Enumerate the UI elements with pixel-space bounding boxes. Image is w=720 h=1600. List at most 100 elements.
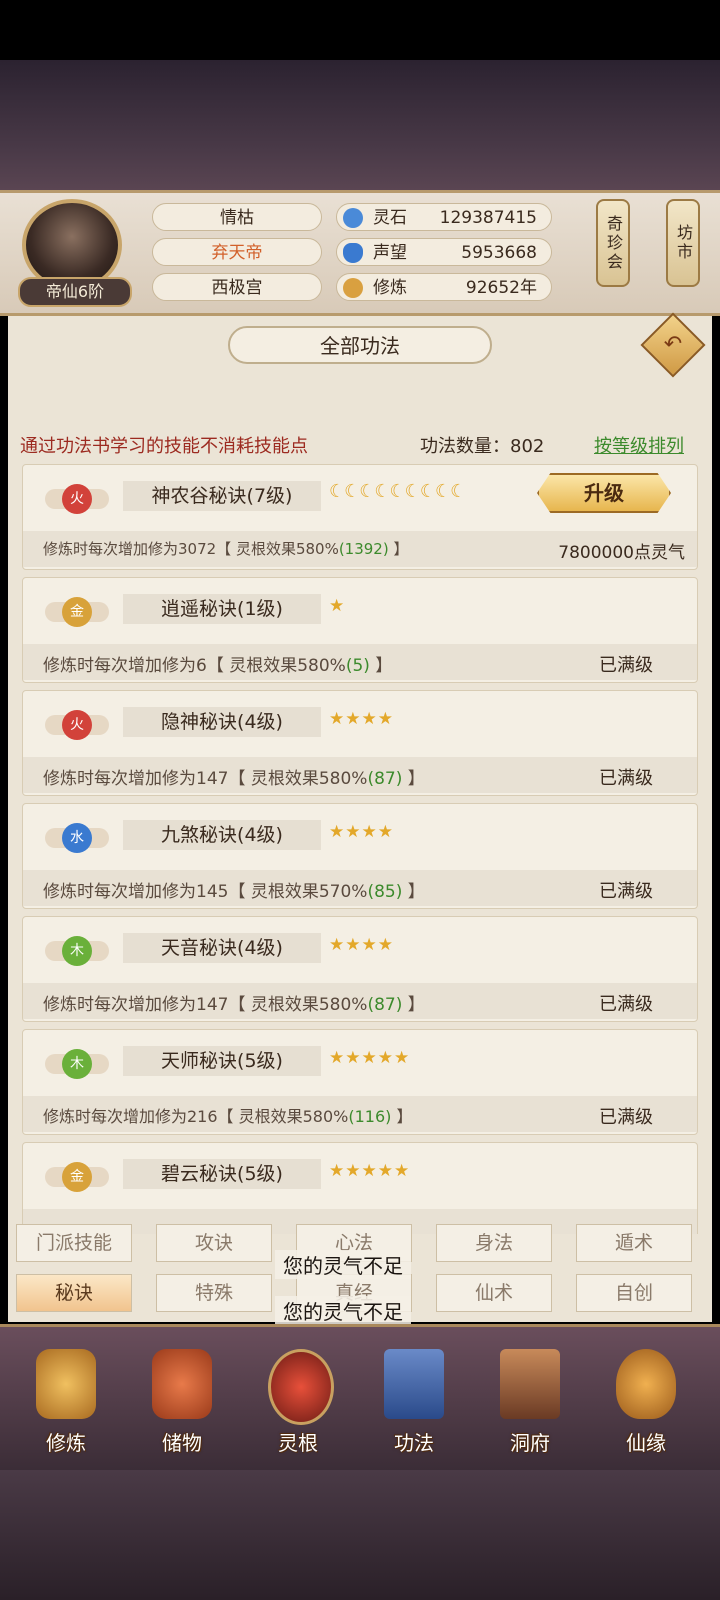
technique-description: 修炼时每次增加修为3072【 灵根效果580%(1392) 】	[43, 540, 409, 558]
water-element-icon: 水	[62, 823, 92, 853]
max-level-status: 已满级	[599, 655, 653, 676]
technique-card[interactable]: 火 神农谷秘诀(7级) ☾☾☾☾☾☾☾☾☾ 升级 修炼时每次增加修为3072【 …	[22, 464, 698, 570]
nav-label: 修炼	[46, 1431, 86, 1455]
gourd-icon	[616, 1349, 676, 1419]
tab-secret[interactable]: 秘诀	[16, 1274, 132, 1312]
nav-label: 洞府	[510, 1431, 550, 1455]
element-badge: 金	[45, 592, 109, 632]
star-rating: ★★★★★	[329, 1161, 411, 1181]
player-rank: 帝仙6阶	[18, 277, 132, 307]
resource-value: 5953668	[461, 243, 537, 263]
max-level-status: 已满级	[599, 1107, 653, 1128]
wood-element-icon: 木	[62, 1049, 92, 1079]
star-rating: ★★★★	[329, 822, 394, 842]
element-badge: 水	[45, 818, 109, 858]
market-button[interactable]: 坊市	[666, 199, 700, 287]
star-rating: ★	[329, 596, 346, 616]
metal-element-icon: 金	[62, 597, 92, 627]
tab-sect-skills[interactable]: 门派技能	[16, 1224, 132, 1262]
star-rating: ★★★★	[329, 709, 394, 729]
wood-element-icon: 木	[62, 936, 92, 966]
nav-spirit-root[interactable]: 灵根	[250, 1339, 346, 1459]
technique-description: 修炼时每次增加修为6【 灵根效果580%(5) 】	[43, 656, 393, 676]
technique-description: 修炼时每次增加修为216【 灵根效果580%(116) 】	[43, 1107, 413, 1126]
star-rating: ★★★★★	[329, 1048, 411, 1068]
technique-name: 天音秘诀(4级)	[123, 933, 321, 963]
technique-description: 修炼时每次增加修为147【 灵根效果580%(87) 】	[43, 995, 425, 1015]
panel-title: 全部功法	[228, 326, 492, 364]
fire-element-icon: 火	[62, 710, 92, 740]
resource-spirit-stone: 灵石 129387415	[336, 203, 552, 231]
element-badge: 木	[45, 1044, 109, 1084]
element-badge: 金	[45, 1157, 109, 1197]
moon-rating: ☾☾☾☾☾☾☾☾☾	[329, 481, 466, 502]
technique-card[interactable]: 金 碧云秘诀(5级) ★★★★★	[22, 1142, 698, 1234]
resource-value: 129387415	[439, 208, 537, 228]
element-badge: 火	[45, 479, 109, 519]
treasure-fair-button[interactable]: 奇珍会	[596, 199, 630, 287]
element-badge: 火	[45, 705, 109, 745]
nav-cultivation[interactable]: 修炼	[18, 1339, 114, 1459]
cave-mansion-icon	[500, 1349, 560, 1419]
resource-cultivation: 修炼 92652年	[336, 273, 552, 301]
technique-name: 逍遥秘诀(1级)	[123, 594, 321, 624]
sort-by-level-link[interactable]: 按等级排列	[594, 432, 684, 458]
nav-label: 功法	[394, 1431, 434, 1455]
star-rating: ★★★★	[329, 935, 394, 955]
metal-element-icon: 金	[62, 1162, 92, 1192]
technique-card[interactable]: 木 天师秘诀(5级) ★★★★★ 修炼时每次增加修为216【 灵根效果580%(…	[22, 1029, 698, 1135]
tab-escape[interactable]: 遁术	[576, 1224, 692, 1262]
technique-card[interactable]: 木 天音秘诀(4级) ★★★★ 修炼时每次增加修为147【 灵根效果580%(8…	[22, 916, 698, 1022]
technique-list[interactable]: 火 神农谷秘诀(7级) ☾☾☾☾☾☾☾☾☾ 升级 修炼时每次增加修为3072【 …	[22, 464, 698, 1234]
nav-label: 储物	[162, 1431, 202, 1455]
bottom-background	[0, 1470, 720, 1600]
nav-label: 仙缘	[626, 1431, 666, 1455]
player-title: 弃天帝	[152, 238, 322, 266]
top-background	[0, 60, 720, 190]
bottom-nav: 修炼 储物 灵根 功法 洞府 仙缘	[0, 1324, 720, 1473]
prestige-crystal-icon	[343, 243, 363, 263]
skill-point-note: 通过功法书学习的技能不消耗技能点	[20, 436, 308, 457]
spirit-stone-icon	[343, 208, 363, 228]
resource-label: 修炼	[373, 278, 407, 298]
upgrade-cost: 7800000点灵气	[558, 543, 685, 563]
tab-self-created[interactable]: 自创	[576, 1274, 692, 1312]
technique-card[interactable]: 水 九煞秘诀(4级) ★★★★ 修炼时每次增加修为145【 灵根效果570%(8…	[22, 803, 698, 909]
toast-message: 您的灵气不足	[275, 1296, 411, 1325]
max-level-status: 已满级	[599, 768, 653, 789]
back-arrow-icon: ↶	[663, 332, 683, 357]
spirit-root-icon	[268, 1349, 334, 1425]
cultivation-icon	[36, 1349, 96, 1419]
max-level-status: 已满级	[599, 994, 653, 1015]
resource-value: 92652年	[465, 278, 537, 298]
technique-name: 碧云秘诀(5级)	[123, 1159, 321, 1189]
technique-count: 功法数量：802	[420, 436, 545, 457]
player-sect: 西极宫	[152, 273, 322, 301]
element-badge: 木	[45, 931, 109, 971]
nav-cave-mansion[interactable]: 洞府	[482, 1339, 578, 1459]
technique-description: 修炼时每次增加修为145【 灵根效果570%(85) 】	[43, 882, 425, 902]
toast-message: 您的灵气不足	[275, 1250, 411, 1279]
fire-element-icon: 火	[62, 484, 92, 514]
technique-name: 天师秘诀(5级)	[123, 1046, 321, 1076]
technique-card[interactable]: 金 逍遥秘诀(1级) ★ 修炼时每次增加修为6【 灵根效果580%(5) 】 已…	[22, 577, 698, 683]
technique-book-icon	[384, 1349, 444, 1419]
upgrade-button[interactable]: 升级	[537, 473, 671, 513]
meditation-icon	[343, 278, 363, 298]
resource-label: 声望	[373, 243, 407, 263]
nav-fate[interactable]: 仙缘	[598, 1339, 694, 1459]
technique-name: 九煞秘诀(4级)	[123, 820, 321, 850]
tab-attack[interactable]: 攻诀	[156, 1224, 272, 1262]
player-name: 情枯	[152, 203, 322, 231]
storage-bag-icon	[152, 1349, 212, 1419]
tab-immortal-art[interactable]: 仙术	[436, 1274, 552, 1312]
player-header: 帝仙6阶 情枯 弃天帝 西极宫 灵石 129387415 声望 5953668 …	[0, 190, 720, 316]
nav-technique[interactable]: 功法	[366, 1339, 462, 1459]
tab-special[interactable]: 特殊	[156, 1274, 272, 1312]
technique-card[interactable]: 火 隐神秘诀(4级) ★★★★ 修炼时每次增加修为147【 灵根效果580%(8…	[22, 690, 698, 796]
technique-description: 修炼时每次增加修为147【 灵根效果580%(87) 】	[43, 769, 425, 789]
technique-name: 隐神秘诀(4级)	[123, 707, 321, 737]
tab-movement[interactable]: 身法	[436, 1224, 552, 1262]
nav-storage[interactable]: 储物	[134, 1339, 230, 1459]
technique-name: 神农谷秘诀(7级)	[123, 481, 321, 511]
